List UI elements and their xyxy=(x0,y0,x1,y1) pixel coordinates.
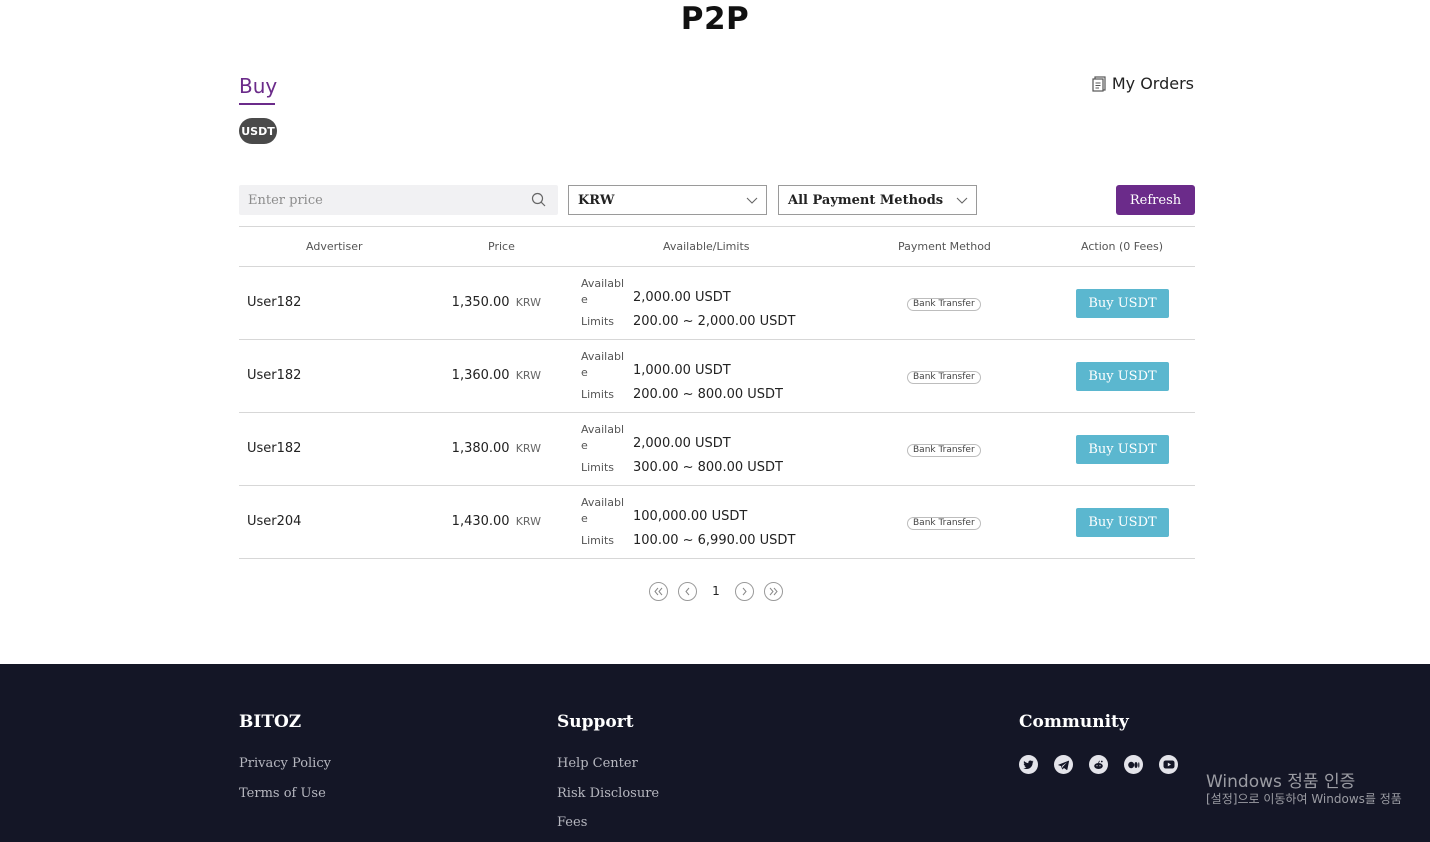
price-cell: 1,360.00 KRW xyxy=(452,368,541,383)
column-header-action: Action (0 Fees) xyxy=(1081,240,1164,253)
column-header-payment-method: Payment Method xyxy=(898,240,991,253)
advertiser-name[interactable]: User182 xyxy=(247,368,301,383)
payment-method-select-value: All Payment Methods xyxy=(788,192,944,208)
youtube-icon[interactable] xyxy=(1159,755,1178,774)
available-label: Available xyxy=(581,350,625,379)
medium-icon[interactable] xyxy=(1124,755,1143,774)
limits-value: 200.00 ~ 2,000.00 USDT xyxy=(633,314,796,329)
telegram-icon[interactable] xyxy=(1054,755,1073,774)
windows-activation-subtitle: [설정]으로 이동하여 Windows를 정품 xyxy=(1206,792,1402,806)
available-value: 100,000.00 USDT xyxy=(633,509,748,524)
column-header-price: Price xyxy=(488,240,515,253)
payment-method-badge: Bank Transfer xyxy=(907,298,981,311)
price-search xyxy=(239,185,558,215)
price-value: 1,430.00 xyxy=(451,514,510,529)
available-value: 1,000.00 USDT xyxy=(633,363,731,378)
table-row: User182 1,380.00 KRW Available 2,000.00 … xyxy=(239,413,1195,486)
offers-table: Advertiser Price Available/Limits Paymen… xyxy=(239,226,1195,559)
available-label: Available xyxy=(581,277,625,306)
price-value: 1,350.00 xyxy=(451,295,510,310)
coin-chip-usdt[interactable]: USDT xyxy=(239,118,277,144)
price-cell: 1,430.00 KRW xyxy=(452,514,541,529)
payment-method-select[interactable]: All Payment Methods xyxy=(778,185,977,215)
my-orders-link[interactable]: My Orders xyxy=(1092,74,1194,93)
table-row: User182 1,360.00 KRW Available 1,000.00 … xyxy=(239,340,1195,413)
chevron-down-icon xyxy=(956,195,968,210)
footer-support-title: Support xyxy=(557,712,634,732)
buy-usdt-button[interactable]: Buy USDT xyxy=(1076,289,1169,318)
pagination: 1 xyxy=(649,581,783,601)
price-unit: KRW xyxy=(515,296,541,309)
filter-bar: KRW All Payment Methods Refresh xyxy=(239,185,1195,215)
chevron-down-icon xyxy=(746,195,758,210)
document-icon xyxy=(1092,75,1106,92)
fees-link[interactable]: Fees xyxy=(557,815,587,830)
limits-label: Limits xyxy=(581,461,614,474)
my-orders-label: My Orders xyxy=(1111,74,1194,93)
limits-label: Limits xyxy=(581,534,614,547)
buy-usdt-button[interactable]: Buy USDT xyxy=(1076,362,1169,391)
terms-of-use-link[interactable]: Terms of Use xyxy=(239,786,326,801)
footer-brand-title: BITOZ xyxy=(239,712,302,732)
limits-value: 100.00 ~ 6,990.00 USDT xyxy=(633,533,796,548)
price-input[interactable] xyxy=(239,185,509,215)
advertiser-name[interactable]: User182 xyxy=(247,441,301,456)
table-row: User182 1,350.00 KRW Available 2,000.00 … xyxy=(239,267,1195,340)
page-title: P2P xyxy=(680,1,750,37)
price-value: 1,380.00 xyxy=(451,441,510,456)
column-header-advertiser: Advertiser xyxy=(306,240,363,253)
tab-buy[interactable]: Buy xyxy=(239,72,277,100)
price-value: 1,360.00 xyxy=(451,368,510,383)
price-cell: 1,380.00 KRW xyxy=(452,441,541,456)
available-value: 2,000.00 USDT xyxy=(633,290,731,305)
limits-label: Limits xyxy=(581,315,614,328)
privacy-policy-link[interactable]: Privacy Policy xyxy=(239,756,331,771)
refresh-button[interactable]: Refresh xyxy=(1116,185,1195,215)
table-row: User204 1,430.00 KRW Available 100,000.0… xyxy=(239,486,1195,559)
available-label: Available xyxy=(581,423,625,452)
payment-method-badge: Bank Transfer xyxy=(907,444,981,457)
price-cell: 1,350.00 KRW xyxy=(452,295,541,310)
previous-page-icon[interactable] xyxy=(678,581,697,601)
price-unit: KRW xyxy=(515,515,541,528)
footer-community-title: Community xyxy=(1019,712,1129,732)
first-page-icon[interactable] xyxy=(649,581,668,601)
last-page-icon[interactable] xyxy=(764,581,783,601)
buy-usdt-button[interactable]: Buy USDT xyxy=(1076,435,1169,464)
price-unit: KRW xyxy=(515,369,541,382)
payment-method-badge: Bank Transfer xyxy=(907,517,981,530)
price-unit: KRW xyxy=(515,442,541,455)
limits-label: Limits xyxy=(581,388,614,401)
reddit-icon[interactable] xyxy=(1089,755,1108,774)
currency-select[interactable]: KRW xyxy=(568,185,767,215)
twitter-icon[interactable] xyxy=(1019,755,1038,774)
next-page-icon[interactable] xyxy=(735,581,754,601)
current-page-number[interactable]: 1 xyxy=(706,584,726,598)
help-center-link[interactable]: Help Center xyxy=(557,756,638,771)
currency-select-value: KRW xyxy=(578,192,615,208)
limits-value: 200.00 ~ 800.00 USDT xyxy=(633,387,783,402)
payment-method-badge: Bank Transfer xyxy=(907,371,981,384)
buy-usdt-button[interactable]: Buy USDT xyxy=(1076,508,1169,537)
available-label: Available xyxy=(581,496,625,525)
footer: BITOZ Privacy Policy Terms of Use Suppor… xyxy=(0,664,1430,842)
available-value: 2,000.00 USDT xyxy=(633,436,731,451)
risk-disclosure-link[interactable]: Risk Disclosure xyxy=(557,786,659,801)
advertiser-name[interactable]: User182 xyxy=(247,295,301,310)
table-header: Advertiser Price Available/Limits Paymen… xyxy=(239,226,1195,267)
column-header-available-limits: Available/Limits xyxy=(663,240,750,253)
windows-activation-title: Windows 정품 인증 xyxy=(1206,772,1356,792)
advertiser-name[interactable]: User204 xyxy=(247,514,301,529)
tab-active-underline xyxy=(239,103,275,105)
search-icon[interactable] xyxy=(531,192,546,211)
limits-value: 300.00 ~ 800.00 USDT xyxy=(633,460,783,475)
